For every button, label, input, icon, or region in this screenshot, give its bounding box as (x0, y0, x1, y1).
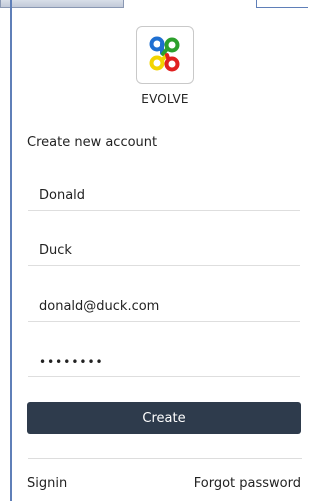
first-name-field[interactable] (28, 181, 300, 211)
create-button[interactable]: Create (27, 402, 301, 434)
email-field[interactable] (28, 292, 300, 322)
form-heading: Create new account (27, 135, 158, 150)
signup-page: EVOLVE Create new account Create Signin … (0, 0, 308, 501)
forgot-password-link[interactable]: Forgot password (194, 476, 301, 491)
window-frame-right-fragment (256, 0, 308, 8)
footer-divider (28, 458, 302, 459)
evolve-logo-icon (136, 26, 194, 84)
logo-graphic (149, 36, 180, 72)
left-border-rule (10, 0, 12, 501)
password-field[interactable] (28, 347, 300, 377)
last-name-field[interactable] (28, 236, 300, 266)
brand-name: EVOLVE (141, 92, 189, 106)
window-frame-left-fragment (0, 0, 124, 8)
signin-link[interactable]: Signin (27, 476, 67, 491)
